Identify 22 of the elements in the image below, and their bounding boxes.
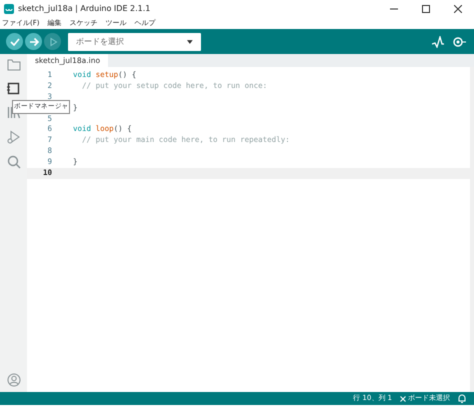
debug-icon[interactable] xyxy=(6,130,20,144)
check-icon xyxy=(10,38,20,46)
board-icon[interactable] xyxy=(6,82,20,95)
account-icon[interactable] xyxy=(6,373,20,387)
arrow-right-icon xyxy=(28,36,38,46)
serial-plotter-icon[interactable] xyxy=(432,36,444,48)
caret-icon xyxy=(187,40,193,44)
board-select-input[interactable]: ボードを選択 xyxy=(76,36,188,48)
folder-icon[interactable] xyxy=(6,59,20,71)
close-icon xyxy=(400,396,406,402)
debug-button[interactable] xyxy=(44,33,61,50)
close-icon[interactable] xyxy=(454,4,462,12)
upload-button[interactable] xyxy=(25,33,42,50)
search-icon[interactable] xyxy=(6,155,20,169)
board-select[interactable]: ボードを選択 xyxy=(68,32,201,50)
window-title: sketch_jul18a | Arduino IDE 2.1.1 xyxy=(18,2,150,14)
serial-monitor-icon[interactable] xyxy=(452,36,466,48)
verify-button[interactable] xyxy=(6,33,23,50)
app-icon xyxy=(4,4,14,14)
play-icon xyxy=(48,36,58,46)
bell-icon[interactable] xyxy=(458,394,466,403)
maximize-icon[interactable] xyxy=(422,4,430,12)
